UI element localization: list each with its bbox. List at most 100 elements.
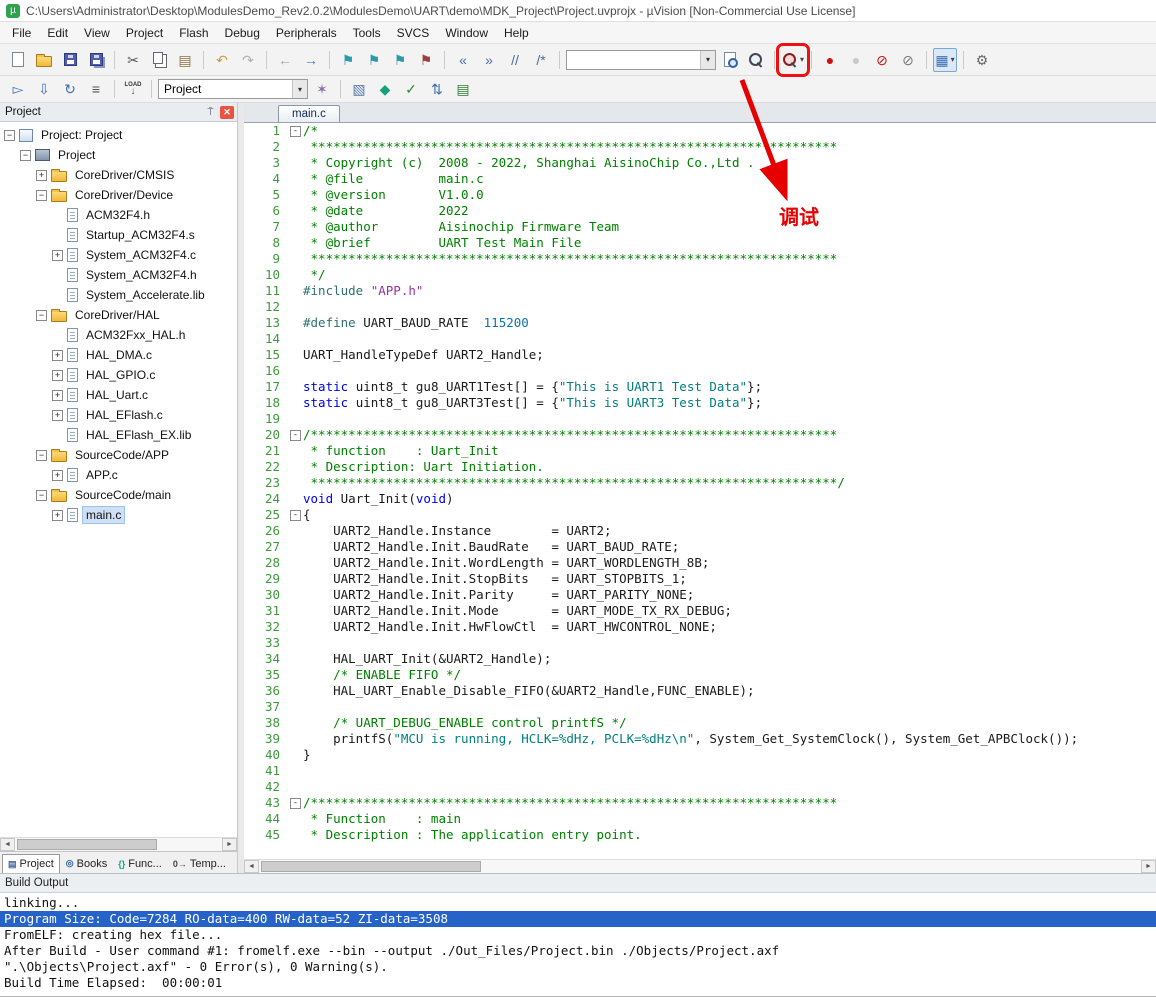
editor-tab-main-c[interactable]: main.c — [278, 105, 340, 122]
navigate-forward-icon[interactable]: → — [299, 48, 323, 72]
tree-item-acm32f4-h[interactable]: ACM32F4.h — [0, 205, 237, 225]
batch-build-icon[interactable]: ≡ — [84, 77, 108, 101]
options-for-target-icon[interactable]: ✶ — [310, 77, 334, 101]
save-icon[interactable] — [58, 48, 82, 72]
new-file-icon[interactable] — [6, 48, 30, 72]
window-layout-icon[interactable]: ▦▾ — [933, 48, 957, 72]
menu-flash[interactable]: Flash — [171, 24, 216, 42]
sidebar-tab-project[interactable]: ▤Project — [2, 854, 60, 873]
rebuild-icon[interactable]: ↻ — [58, 77, 82, 101]
breakpoint-kill-all-icon[interactable]: ⊘ — [896, 48, 920, 72]
sidebar-tab-func[interactable]: {}Func... — [113, 854, 167, 873]
scroll-thumb[interactable] — [17, 839, 157, 850]
tree-item-startup-acm32f4-s[interactable]: Startup_ACM32F4.s — [0, 225, 237, 245]
paste-icon[interactable]: ▤ — [173, 48, 197, 72]
expand-icon[interactable]: + — [52, 250, 63, 261]
collapse-icon[interactable]: − — [36, 310, 47, 321]
tree-item-project-project[interactable]: −Project: Project — [0, 125, 237, 145]
menu-help[interactable]: Help — [496, 24, 537, 42]
tree-item-coredriver-cmsis[interactable]: +CoreDriver/CMSIS — [0, 165, 237, 185]
expand-icon[interactable]: + — [52, 350, 63, 361]
copy-icon[interactable] — [147, 48, 171, 72]
tree-item-hal-dma-c[interactable]: +HAL_DMA.c — [0, 345, 237, 365]
scroll-left-icon[interactable]: ◄ — [0, 838, 15, 851]
build-icon[interactable]: ⇩ — [32, 77, 56, 101]
editor-area[interactable]: main.c 1-/*2 ***************************… — [244, 103, 1156, 873]
pack-installer-icon[interactable]: ▤ — [451, 77, 475, 101]
tree-item-hal-gpio-c[interactable]: +HAL_GPIO.c — [0, 365, 237, 385]
breakpoint-disabled-icon[interactable]: ● — [844, 48, 868, 72]
pin-icon[interactable]: ⍑ — [204, 107, 217, 118]
uncomment-icon[interactable]: /* — [529, 48, 553, 72]
menu-view[interactable]: View — [76, 24, 118, 42]
tree-item-project[interactable]: −Project — [0, 145, 237, 165]
indent-icon[interactable]: » — [477, 48, 501, 72]
fold-collapse-icon[interactable]: - — [290, 798, 301, 809]
manage-rte-icon[interactable]: ◆ — [373, 77, 397, 101]
navigate-back-icon[interactable]: ← — [273, 48, 297, 72]
tree-item-coredriver-device[interactable]: −CoreDriver/Device — [0, 185, 237, 205]
sidebar-tab-temp[interactable]: 0→Temp... — [168, 854, 231, 873]
collapse-icon[interactable]: − — [36, 190, 47, 201]
bookmark-clear-icon[interactable]: ⚑ — [414, 48, 438, 72]
chevron-down-icon[interactable]: ▾ — [292, 80, 307, 98]
code-editor[interactable]: 1-/*2 **********************************… — [244, 123, 1156, 859]
comment-icon[interactable]: // — [503, 48, 527, 72]
breakpoint-disable-all-icon[interactable]: ⊘ — [870, 48, 894, 72]
software-packs-icon[interactable]: ⇅ — [425, 77, 449, 101]
unindent-icon[interactable]: « — [451, 48, 475, 72]
bookmark-next-icon[interactable]: ⚑ — [388, 48, 412, 72]
project-tree-hscrollbar[interactable]: ◄ ► — [0, 837, 237, 851]
save-all-icon[interactable] — [84, 48, 108, 72]
menu-project[interactable]: Project — [118, 24, 171, 42]
translate-file-icon[interactable]: ▻ — [6, 77, 30, 101]
menu-file[interactable]: File — [4, 24, 39, 42]
cut-icon[interactable]: ✂ — [121, 48, 145, 72]
tree-item-hal-eflash-ex-lib[interactable]: HAL_EFlash_EX.lib — [0, 425, 237, 445]
expand-icon[interactable]: + — [52, 410, 63, 421]
tree-item-system-accelerate-lib[interactable]: System_Accelerate.lib — [0, 285, 237, 305]
scroll-right-icon[interactable]: ► — [1141, 860, 1156, 873]
manage-project-items-icon[interactable]: ✓ — [399, 77, 423, 101]
menu-debug[interactable]: Debug — [217, 24, 268, 42]
bookmark-prev-icon[interactable]: ⚑ — [362, 48, 386, 72]
collapse-icon[interactable]: − — [20, 150, 31, 161]
target-select-combo[interactable]: Project▾ — [158, 79, 308, 99]
scroll-track[interactable] — [259, 860, 1141, 873]
scroll-left-icon[interactable]: ◄ — [244, 860, 259, 873]
scroll-track[interactable] — [15, 838, 222, 851]
tree-item-system-acm32f4-h[interactable]: System_ACM32F4.h — [0, 265, 237, 285]
configure-wrench-icon[interactable]: ⚙ — [970, 48, 994, 72]
expand-icon[interactable]: + — [52, 390, 63, 401]
expand-icon[interactable]: + — [52, 510, 63, 521]
tree-item-hal-eflash-c[interactable]: +HAL_EFlash.c — [0, 405, 237, 425]
close-icon[interactable]: ✕ — [220, 106, 234, 119]
expand-icon[interactable]: + — [52, 470, 63, 481]
tree-item-system-acm32f4-c[interactable]: +System_ACM32F4.c — [0, 245, 237, 265]
bookmark-toggle-icon[interactable]: ⚑ — [336, 48, 360, 72]
tree-item-acm32fxx-hal-h[interactable]: ACM32Fxx_HAL.h — [0, 325, 237, 345]
collapse-icon[interactable]: − — [36, 490, 47, 501]
sidebar-tab-books[interactable]: ◎Books — [61, 854, 112, 873]
tree-item-main-c[interactable]: +main.c — [0, 505, 237, 525]
tree-item-sourcecode-main[interactable]: −SourceCode/main — [0, 485, 237, 505]
fold-collapse-icon[interactable]: - — [290, 510, 301, 521]
fold-collapse-icon[interactable]: - — [290, 430, 301, 441]
scroll-right-icon[interactable]: ► — [222, 838, 237, 851]
tree-item-sourcecode-app[interactable]: −SourceCode/APP — [0, 445, 237, 465]
menu-svcs[interactable]: SVCS — [389, 24, 438, 42]
flash-download-icon[interactable]: LOAD↓ — [121, 77, 145, 101]
redo-icon[interactable]: ↷ — [236, 48, 260, 72]
breakpoint-icon[interactable]: ● — [818, 48, 842, 72]
editor-hscrollbar[interactable]: ◄ ► — [244, 859, 1156, 873]
find-text-combo[interactable]: ▾ — [566, 50, 716, 70]
tree-item-hal-uart-c[interactable]: +HAL_Uart.c — [0, 385, 237, 405]
collapse-icon[interactable]: − — [4, 130, 15, 141]
start-stop-debug-icon[interactable]: ▾ — [781, 48, 805, 72]
tree-item-coredriver-hal[interactable]: −CoreDriver/HAL — [0, 305, 237, 325]
open-folder-icon[interactable] — [32, 48, 56, 72]
find-in-files-icon[interactable] — [718, 48, 742, 72]
undo-icon[interactable]: ↶ — [210, 48, 234, 72]
expand-icon[interactable]: + — [36, 170, 47, 181]
menu-tools[interactable]: Tools — [345, 24, 389, 42]
